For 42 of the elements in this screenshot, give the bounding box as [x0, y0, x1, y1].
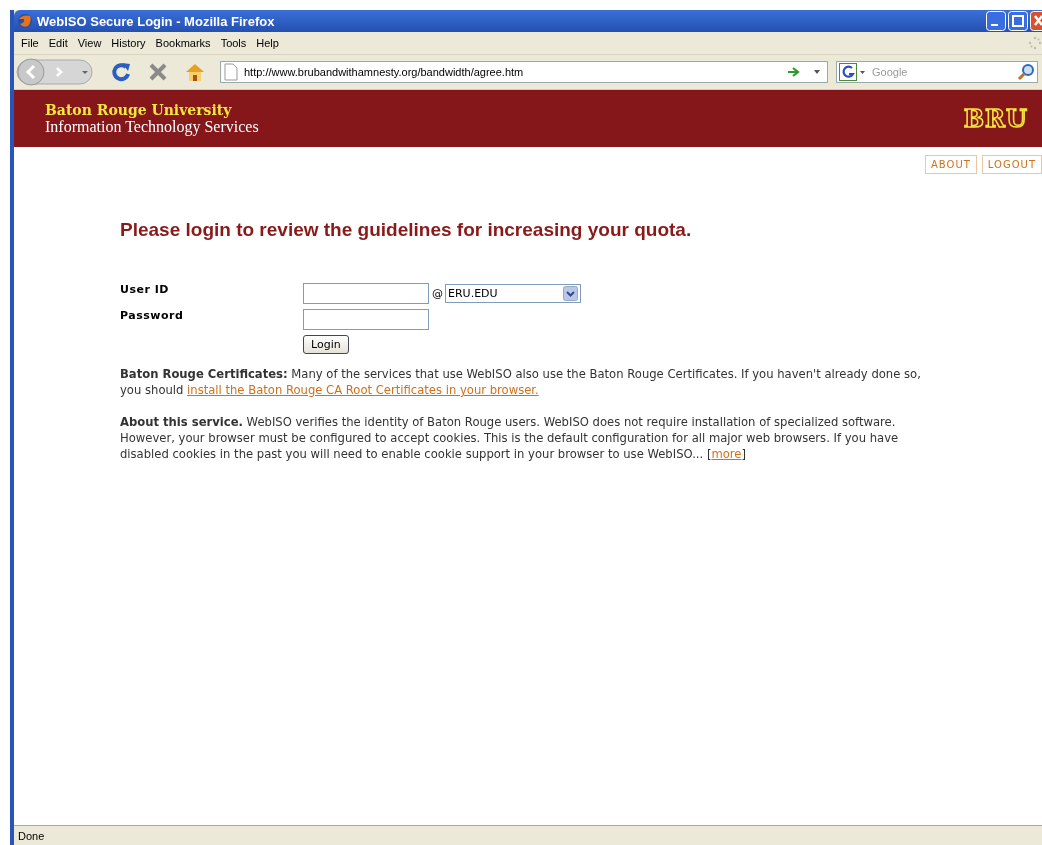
input-field[interactable]: [303, 309, 429, 330]
menu-item[interactable]: File: [16, 37, 44, 49]
dropdown-icon: [563, 286, 578, 301]
menu-item[interactable]: Help: [251, 37, 284, 49]
input-field[interactable]: [303, 283, 429, 304]
menu-item[interactable]: History: [106, 37, 151, 49]
university-name: Baton Rouge University: [45, 101, 233, 118]
close-icon[interactable]: [1030, 11, 1042, 31]
nav-link[interactable]: LOGOUT: [981, 155, 1042, 174]
paragraph: About this service. WebISO verifies the identity of Baton Rouge users. WebISO does not require installation of specialized software. However, your browser must be configured to accept cookies. This is the default configuration for all major web browsers. If you have disabled cookies in the past you will need to enable cookie support in your browser to use WebISO... [more]: [120, 414, 900, 462]
reload-icon[interactable]: [110, 61, 132, 83]
domain-dropdown[interactable]: ERU.EDU: [445, 284, 581, 303]
dropdown-icon[interactable]: [813, 69, 821, 75]
globe-icon: [17, 13, 33, 29]
spinner-icon: [1028, 36, 1042, 50]
at-sign: @: [432, 287, 443, 300]
nav-link[interactable]: ABOUT: [925, 155, 977, 174]
page-icon: [224, 63, 238, 81]
logo: BRU: [963, 104, 1028, 133]
minimize-icon[interactable]: [986, 11, 1006, 31]
home-icon[interactable]: [184, 62, 206, 82]
menu-item[interactable]: View: [72, 37, 107, 49]
go-arrow-icon[interactable]: [787, 66, 801, 78]
menu-item[interactable]: Tools: [215, 37, 252, 49]
stop-icon[interactable]: [148, 62, 168, 82]
page-heading: Please login to review the guidelines for increasing your quota.: [120, 219, 693, 241]
menu-item[interactable]: Bookmarks: [150, 37, 216, 49]
field-label: Password: [120, 309, 185, 322]
link[interactable]: install the Baton Rouge CA Root Certificates in your browser.: [187, 383, 539, 397]
address-bar[interactable]: http://www.brubandwithamnesty.org/bandwidth/agree.htm: [220, 61, 828, 83]
paragraph: Baton Rouge Certificates: Many of the services that use WebISO also use the Baton Rouge Certificates. If you haven't already done so, you should install the Baton Rouge CA Root Certificates in your browser.: [120, 366, 922, 398]
maximize-icon[interactable]: [1008, 11, 1028, 31]
department-name: Information Technology Services: [45, 117, 260, 136]
url-text: http://www.brubandwithamnesty.org/bandwidth/agree.htm: [244, 66, 524, 78]
g-engine-icon[interactable]: [839, 63, 867, 81]
field-label: User ID: [120, 283, 170, 296]
menu-item[interactable]: Edit: [43, 37, 73, 49]
login-button[interactable]: Login: [303, 335, 349, 354]
search-icon[interactable]: [1017, 63, 1035, 81]
link[interactable]: more: [711, 447, 742, 461]
window-title: WebISO Secure Login - Mozilla Firefox: [37, 13, 276, 29]
status-text: Done: [18, 829, 45, 842]
